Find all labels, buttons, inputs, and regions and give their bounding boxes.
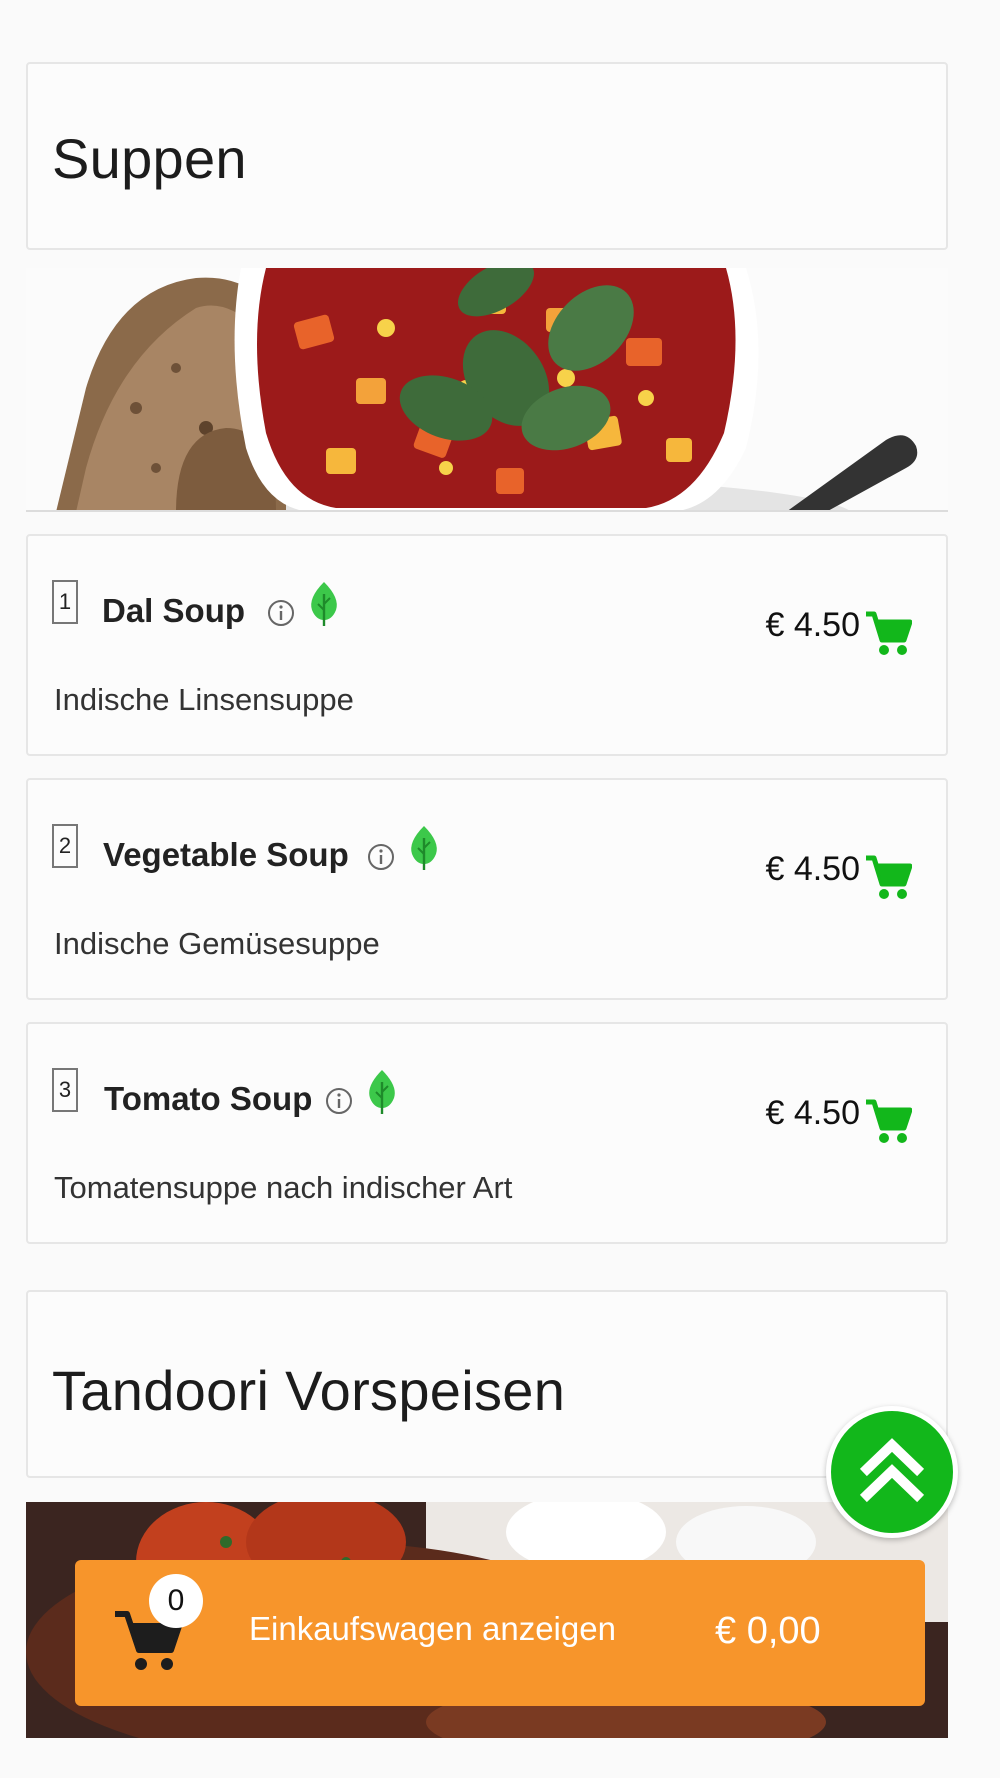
cart-count-badge: 0: [149, 1574, 203, 1628]
info-icon[interactable]: [366, 842, 396, 872]
add-to-cart-icon[interactable]: [864, 610, 912, 656]
item-price: € 4.50: [765, 1094, 860, 1132]
view-cart-button[interactable]: 0 Einkaufswagen anzeigen € 0,00: [75, 1560, 925, 1706]
item-number: 1: [52, 580, 78, 624]
add-to-cart-icon[interactable]: [864, 854, 912, 900]
add-to-cart-icon[interactable]: [864, 1098, 912, 1144]
leaf-icon: [311, 582, 337, 626]
section-header-tandoori-vorspeisen: Tandoori Vorspeisen: [26, 1290, 948, 1478]
double-chevron-up-icon: [859, 1438, 925, 1503]
section-title: Suppen: [52, 127, 247, 190]
menu-item-vegetable-soup[interactable]: 2 Vegetable Soup € 4.50 Indische Gemüses…: [26, 778, 948, 1000]
leaf-icon: [369, 1070, 395, 1114]
item-description: Tomatensuppe nach indischer Art: [54, 1170, 513, 1205]
info-icon[interactable]: [324, 1086, 354, 1116]
menu-item-dal-soup[interactable]: 1 Dal Soup € 4.50 Indische Linsensuppe: [26, 534, 948, 756]
item-price: € 4.50: [765, 606, 860, 644]
section-header-suppen: Suppen: [26, 62, 948, 250]
cart-total: € 0,00: [715, 1610, 821, 1652]
menu-item-tomato-soup[interactable]: 3 Tomato Soup € 4.50 Tomatensuppe nach i…: [26, 1022, 948, 1244]
item-name: Dal Soup: [102, 592, 246, 629]
item-number: 2: [52, 824, 78, 868]
item-number: 3: [52, 1068, 78, 1112]
item-price: € 4.50: [765, 850, 860, 888]
section-title: Tandoori Vorspeisen: [52, 1359, 566, 1422]
leaf-icon: [411, 826, 437, 870]
soup-banner-image: [26, 268, 948, 512]
info-icon[interactable]: [266, 598, 296, 628]
item-description: Indische Gemüsesuppe: [54, 926, 380, 961]
item-description: Indische Linsensuppe: [54, 682, 354, 717]
scroll-to-top-button[interactable]: [826, 1406, 958, 1538]
item-name: Vegetable Soup: [103, 836, 349, 873]
item-name: Tomato Soup: [104, 1080, 313, 1117]
view-cart-label: Einkaufswagen anzeigen: [249, 1610, 616, 1647]
